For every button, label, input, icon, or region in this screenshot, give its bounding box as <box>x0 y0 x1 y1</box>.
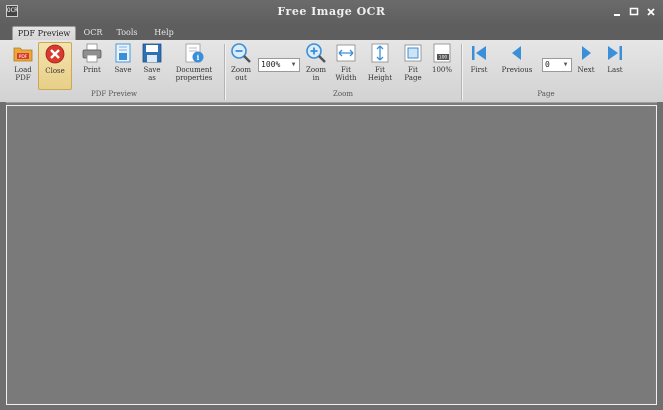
close-window-button[interactable] <box>645 6 657 18</box>
tab-tools[interactable]: Tools <box>110 26 144 40</box>
next-page-icon <box>582 46 591 60</box>
print-button[interactable]: Print <box>79 42 105 74</box>
fit-height-label: Fit Height <box>367 66 393 82</box>
minimize-button[interactable] <box>611 6 623 18</box>
zoom-out-button[interactable]: Zoom out <box>229 42 253 82</box>
first-page-button[interactable]: First <box>467 42 491 74</box>
load-pdf-button[interactable]: PDF Load PDF <box>10 42 36 82</box>
group-separator <box>224 44 225 100</box>
chevron-down-icon: ▼ <box>291 61 296 68</box>
zoom-in-icon <box>306 43 326 63</box>
group-label-pdf-preview: PDF Preview <box>91 90 137 98</box>
save-as-label: Save as <box>143 66 161 82</box>
zoom-level-select[interactable]: 100% ▼ <box>258 58 300 72</box>
close-icon <box>647 8 655 16</box>
ribbon-tabs: PDF Preview OCR Tools Help <box>0 24 663 41</box>
last-page-label: Last <box>607 66 623 74</box>
previous-page-icon <box>512 46 521 60</box>
previous-page-button[interactable]: Previous <box>499 42 535 74</box>
document-info-icon: i <box>185 43 204 63</box>
tab-pdf-preview[interactable]: PDF Preview <box>12 26 76 41</box>
window-frame-bottom <box>0 405 663 410</box>
pdf-preview-canvas <box>8 107 655 403</box>
group-separator <box>461 44 462 100</box>
maximize-button[interactable] <box>628 6 640 18</box>
chevron-down-icon: ▼ <box>563 61 568 68</box>
pdf-preview-area[interactable] <box>6 105 657 405</box>
page-number-value: 0 <box>545 60 550 69</box>
document-properties-label: Document properties <box>175 66 213 82</box>
last-page-icon <box>608 46 622 60</box>
close-button[interactable]: Close <box>38 42 72 90</box>
next-page-button[interactable]: Next <box>574 42 598 74</box>
zoom-out-icon <box>231 43 251 63</box>
actual-size-label: 100% <box>431 66 452 74</box>
zoom-out-label: Zoom out <box>231 66 251 82</box>
print-label: Print <box>83 66 101 74</box>
folder-pdf-icon: PDF <box>13 47 33 62</box>
fit-width-label: Fit Width <box>335 66 357 82</box>
last-page-button[interactable]: Last <box>603 42 627 74</box>
page-number-select[interactable]: 0 ▼ <box>542 58 572 72</box>
save-label: Save <box>114 66 132 74</box>
window-frame-right <box>657 102 663 410</box>
fit-page-icon <box>404 44 422 62</box>
save-as-icon <box>142 43 162 63</box>
tab-help[interactable]: Help <box>148 26 180 40</box>
fit-width-icon <box>336 44 356 62</box>
actual-size-icon: 100 <box>433 43 451 63</box>
svg-text:i: i <box>197 53 200 62</box>
close-circle-icon <box>45 44 65 64</box>
save-button[interactable]: Save <box>110 42 136 74</box>
save-as-button[interactable]: Save as <box>139 42 165 82</box>
title-bar: OCR Free Image OCR <box>0 0 663 24</box>
next-page-label: Next <box>577 66 595 74</box>
group-label-page: Page <box>537 90 555 98</box>
window-title: Free Image OCR <box>277 5 386 18</box>
save-document-icon <box>115 43 131 63</box>
actual-size-button[interactable]: 100 100% <box>430 42 454 74</box>
fit-height-icon <box>371 43 389 63</box>
tab-ocr[interactable]: OCR <box>78 26 108 40</box>
first-page-icon <box>472 46 486 60</box>
fit-height-button[interactable]: Fit Height <box>366 42 394 82</box>
zoom-in-label: Zoom in <box>306 66 326 82</box>
fit-page-label: Fit Page <box>404 66 422 82</box>
actual-size-icon-text: 100 <box>439 55 448 61</box>
load-pdf-label: Load PDF <box>14 66 32 82</box>
fit-page-button[interactable]: Fit Page <box>401 42 425 82</box>
close-label: Close <box>45 67 65 75</box>
document-properties-button[interactable]: i Document properties <box>170 42 218 82</box>
previous-page-label: Previous <box>501 66 533 74</box>
svg-text:PDF: PDF <box>19 54 28 60</box>
ribbon: PDF Load PDF Close Print Save Save as i … <box>0 40 663 103</box>
maximize-icon <box>629 7 639 16</box>
zoom-level-value: 100% <box>261 60 281 69</box>
group-label-zoom: Zoom <box>333 90 353 98</box>
minimize-icon <box>614 14 620 16</box>
printer-icon <box>82 43 102 63</box>
zoom-in-button[interactable]: Zoom in <box>304 42 328 82</box>
first-page-label: First <box>470 66 488 74</box>
fit-width-button[interactable]: Fit Width <box>334 42 358 82</box>
